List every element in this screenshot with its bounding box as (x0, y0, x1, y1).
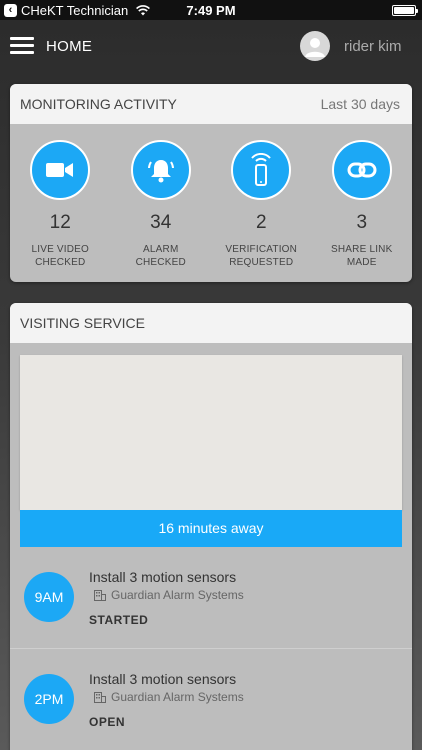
stat-label: SHARE LINK MADE (331, 244, 393, 268)
stat-icon-circle (331, 140, 392, 200)
stat-value: 3 (356, 212, 368, 233)
stat-alarm[interactable]: 34 ALARM CHECKED (111, 140, 212, 269)
avatar[interactable] (300, 31, 330, 61)
monitoring-title: MONITORING ACTIVITY (20, 96, 177, 112)
stat-label: VERIFICATION REQUESTED (225, 244, 298, 268)
monitoring-activity-card: MONITORING ACTIVITY Last 30 days 12 LIVE… (10, 84, 412, 282)
monitoring-stats: 12 LIVE VIDEO CHECKED 34 ALARM CHECKED 2… (10, 124, 412, 269)
status-bar: ‹ CHeKT Technician 7:49 PM (0, 0, 422, 20)
building-icon (94, 691, 106, 703)
building-icon (94, 589, 106, 601)
monitoring-card-header: MONITORING ACTIVITY Last 30 days (10, 84, 412, 124)
visit-company: Guardian Alarm Systems (94, 588, 244, 602)
link-icon (347, 162, 377, 178)
visit-title: Install 3 motion sensors (89, 569, 237, 585)
stat-value: 34 (150, 212, 172, 233)
hamburger-menu-icon[interactable] (10, 37, 34, 55)
visiting-service-card: VISITING SERVICE 16 minutes away 9AM Ins… (10, 303, 412, 750)
stat-verification[interactable]: 2 VERIFICATION REQUESTED (211, 140, 312, 269)
stat-icon-circle (130, 140, 191, 200)
visit-status: OPEN (89, 715, 126, 729)
alarm-bell-icon (147, 160, 174, 183)
visit-item[interactable]: 2PM Install 3 motion sensors Guardian Al… (10, 648, 412, 748)
video-camera-icon (46, 163, 74, 177)
map-view[interactable] (20, 355, 402, 510)
visit-time-badge: 2PM (24, 674, 74, 724)
visit-title: Install 3 motion sensors (89, 671, 237, 687)
user-name[interactable]: rider kim (344, 38, 402, 55)
stat-live-video[interactable]: 12 LIVE VIDEO CHECKED (10, 140, 111, 269)
stat-value: 12 (49, 212, 71, 233)
stat-share-link[interactable]: 3 SHARE LINK MADE (312, 140, 413, 269)
visit-company-name: Guardian Alarm Systems (111, 588, 244, 602)
visit-company-name: Guardian Alarm Systems (111, 690, 244, 704)
status-time: 7:49 PM (186, 3, 236, 18)
visiting-title: VISITING SERVICE (20, 315, 145, 331)
page-title: HOME (46, 38, 93, 55)
visit-item[interactable]: 9AM Install 3 motion sensors Guardian Al… (10, 547, 412, 647)
user-silhouette-icon (305, 38, 325, 57)
monitoring-period[interactable]: Last 30 days (321, 96, 400, 112)
stat-icon-circle (231, 140, 292, 200)
eta-banner[interactable]: 16 minutes away (20, 510, 402, 547)
stat-icon-circle (30, 140, 91, 200)
battery-icon (392, 5, 418, 16)
visit-status: STARTED (89, 613, 149, 627)
visiting-card-header: VISITING SERVICE (10, 303, 412, 343)
visit-time-badge: 9AM (24, 572, 74, 622)
stat-label: LIVE VIDEO CHECKED (31, 244, 90, 268)
app-header: HOME rider kim (0, 20, 422, 76)
visit-company: Guardian Alarm Systems (94, 690, 244, 704)
phone-signal-icon (251, 153, 271, 186)
stat-label: ALARM CHECKED (135, 244, 186, 268)
stat-value: 2 (255, 212, 267, 233)
